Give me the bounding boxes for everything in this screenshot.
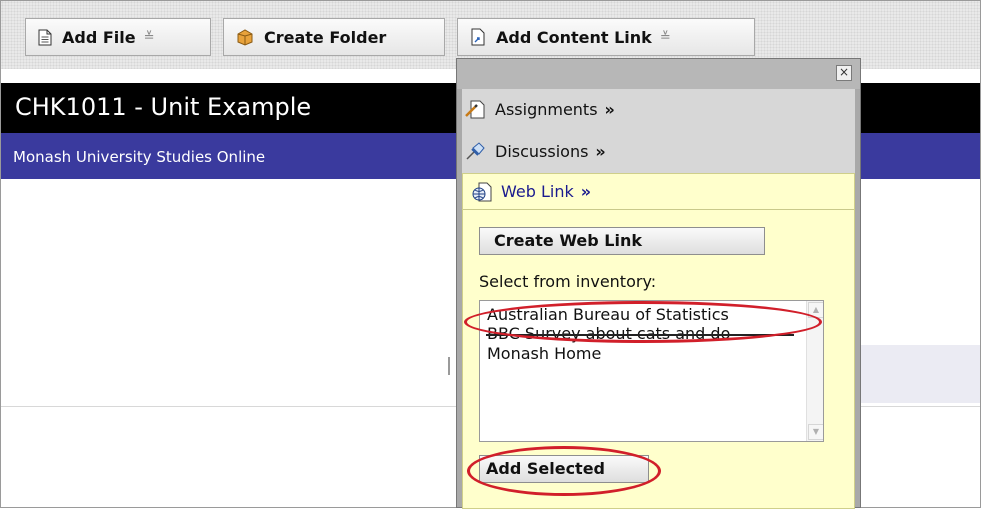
expand-arrow-icon: » [580, 182, 592, 201]
globe-icon [471, 182, 493, 202]
scroll-down-icon[interactable]: ▼ [808, 424, 823, 440]
web-link-label: Web Link [501, 182, 574, 201]
close-icon[interactable]: × [836, 65, 852, 81]
menu-item-discussions[interactable]: Discussions » [465, 141, 606, 161]
menu-item-web-link[interactable]: Web Link » [463, 174, 854, 210]
scrollbar[interactable]: ▲ ▼ [806, 301, 823, 441]
scroll-up-icon[interactable]: ▲ [808, 302, 823, 318]
expand-arrow-icon: » [604, 99, 615, 119]
create-folder-label: Create Folder [264, 27, 387, 47]
institution-name: Monash University Studies Online [13, 148, 266, 166]
page-title: CHK1011 - Unit Example [15, 93, 312, 121]
folder-icon [236, 28, 254, 46]
divider [850, 406, 980, 407]
content-link-icon [470, 28, 486, 46]
menu-item-assignments[interactable]: Assignments » [465, 99, 615, 119]
create-folder-button[interactable]: Create Folder [223, 18, 445, 56]
list-item[interactable]: Australian Bureau of Statistics [487, 305, 729, 324]
add-file-label: Add File [62, 27, 136, 47]
menu-item-label: Assignments [495, 99, 598, 119]
add-content-link-label: Add Content Link [496, 27, 652, 47]
add-content-link-menu: × Assignments » Discussions » Web Link »… [456, 58, 861, 509]
strikethrough-mark [486, 334, 794, 336]
create-web-link-button[interactable]: Create Web Link [479, 227, 765, 255]
dropdown-arrow-icon: ≚ [143, 29, 155, 45]
inventory-listbox[interactable]: Australian Bureau of Statistics BBC Surv… [479, 300, 824, 442]
add-selected-button[interactable]: Add Selected [479, 455, 649, 483]
file-icon [38, 29, 52, 46]
inventory-label: Select from inventory: [479, 272, 657, 291]
add-content-link-button[interactable]: Add Content Link ≚ [457, 18, 755, 56]
web-link-panel: Web Link » Create Web Link Select from i… [462, 173, 855, 509]
menu-title-bar: × [457, 59, 860, 89]
pushpin-icon [465, 141, 487, 161]
add-file-button[interactable]: Add File ≚ [25, 18, 211, 56]
list-item[interactable]: Monash Home [487, 344, 601, 363]
content-row-band [850, 345, 980, 403]
assignments-icon [465, 99, 487, 119]
expand-arrow-icon: » [595, 141, 606, 161]
dropdown-arrow-icon: ≚ [659, 29, 671, 45]
divider [1, 406, 456, 407]
menu-item-label: Discussions [495, 141, 589, 161]
